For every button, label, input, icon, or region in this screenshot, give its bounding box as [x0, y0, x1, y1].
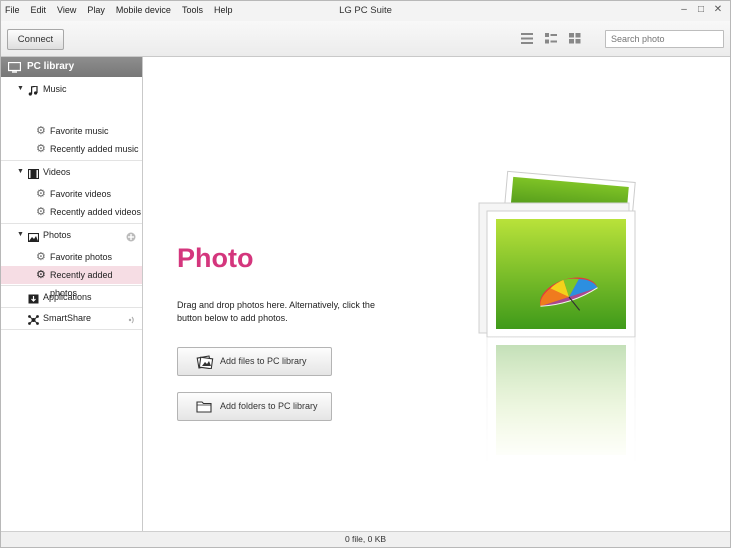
sidebar-item-label: Recently added videos [50, 207, 142, 217]
folder-icon [196, 400, 212, 415]
gear-icon: ⚙ [36, 143, 46, 155]
sidebar-item-photos[interactable]: ▼ Photos [1, 226, 142, 244]
sidebar-item-recent-videos[interactable]: ⚙ Recently added videos [1, 203, 142, 221]
sidebar-item-label: Recently added music [50, 144, 139, 154]
sidebar-item-applications[interactable]: Applications [1, 288, 142, 306]
menu-play[interactable]: Play [87, 5, 105, 15]
list-view-icon[interactable] [521, 33, 535, 45]
expand-arrow-icon[interactable]: ▼ [17, 226, 24, 244]
sidebar-item-label: SmartShare [43, 313, 92, 323]
sidebar-item-recent-photos[interactable]: ⚙ Recently added photos [1, 266, 142, 298]
gear-icon: ⚙ [36, 125, 46, 137]
sidebar-item-favorite-photos[interactable]: ⚙ Favorite photos [1, 248, 142, 266]
smartshare-icon [28, 313, 39, 325]
add-circle-icon[interactable] [126, 230, 136, 248]
restore-button[interactable]: □ [693, 3, 709, 17]
add-files-icon [196, 355, 214, 371]
sidebar-item-favorite-videos[interactable]: ⚙ Favorite videos [1, 185, 142, 203]
status-text: 0 file, 0 KB [344, 534, 387, 544]
toolbar: Connect [1, 21, 730, 57]
add-folders-label: Add folders to PC library [220, 401, 318, 411]
gear-icon: ⚙ [36, 269, 46, 281]
expand-arrow-icon[interactable]: ▼ [17, 163, 24, 181]
menu-file[interactable]: File [5, 5, 20, 15]
gear-icon: ⚙ [36, 251, 46, 263]
app-window: File Edit View Play Mobile device Tools … [0, 0, 731, 548]
sidebar: PC library ▼ Music ⚙ Favorite music ⚙ Re… [1, 57, 143, 531]
photo-icon [27, 230, 40, 243]
menu-mobile-device[interactable]: Mobile device [116, 5, 171, 15]
status-bar: 0 file, 0 KB [1, 531, 730, 547]
sidebar-item-label: Photos [43, 230, 72, 240]
grid-view-icon[interactable] [569, 33, 583, 45]
title-bar: File Edit View Play Mobile device Tools … [1, 1, 730, 21]
sidebar-item-label: Videos [43, 167, 71, 177]
sidebar-item-favorite-music[interactable]: ⚙ Favorite music [1, 122, 142, 140]
sidebar-item-music[interactable]: ▼ Music [1, 80, 142, 98]
menu-tools[interactable]: Tools [182, 5, 203, 15]
monitor-icon [7, 61, 22, 81]
sidebar-item-recent-music[interactable]: ⚙ Recently added music [1, 140, 142, 158]
instructions-text: Drag and drop photos here. Alternatively… [177, 300, 375, 323]
sidebar-item-label: Applications [43, 292, 92, 302]
sidebar-item-label: Music [43, 84, 67, 94]
close-button[interactable]: ✕ [710, 3, 726, 17]
music-note-icon [28, 84, 39, 96]
sidebar-item-videos[interactable]: ▼ Videos [1, 163, 142, 181]
divider [1, 223, 142, 224]
add-folders-button[interactable]: Add folders to PC library [177, 392, 332, 421]
photo-illustration [461, 165, 651, 465]
expand-arrow-icon[interactable]: ▼ [17, 80, 24, 98]
add-files-button[interactable]: Add files to PC library [177, 347, 332, 376]
menu-edit[interactable]: Edit [31, 5, 47, 15]
menu-help[interactable]: Help [214, 5, 233, 15]
menu-view[interactable]: View [57, 5, 76, 15]
film-icon [27, 167, 40, 180]
gear-icon: ⚙ [36, 188, 46, 200]
window-controls: – □ ✕ [675, 3, 726, 17]
search-input[interactable] [605, 30, 724, 48]
page-title: Photo [177, 243, 254, 273]
pc-library-header[interactable]: PC library [1, 57, 142, 77]
main-content: Photo Drag and drop photos here. Alterna… [143, 57, 730, 531]
detail-view-icon[interactable] [545, 33, 559, 45]
pc-library-label: PC library [27, 61, 75, 72]
divider [1, 329, 142, 330]
connect-button[interactable]: Connect [7, 29, 64, 50]
sidebar-item-label: Favorite photos [50, 252, 113, 262]
add-files-label: Add files to PC library [220, 356, 307, 366]
divider [1, 307, 142, 308]
view-mode-switcher [521, 33, 593, 45]
sidebar-item-label: Favorite music [50, 126, 109, 136]
menu-bar: File Edit View Play Mobile device Tools … [5, 5, 243, 15]
divider [1, 285, 142, 286]
sidebar-item-label: Favorite videos [50, 189, 112, 199]
applications-icon [28, 292, 39, 304]
sidebar-item-smartshare[interactable]: SmartShare [1, 309, 142, 327]
divider [1, 160, 142, 161]
gear-icon: ⚙ [36, 206, 46, 218]
minimize-button[interactable]: – [676, 3, 692, 17]
